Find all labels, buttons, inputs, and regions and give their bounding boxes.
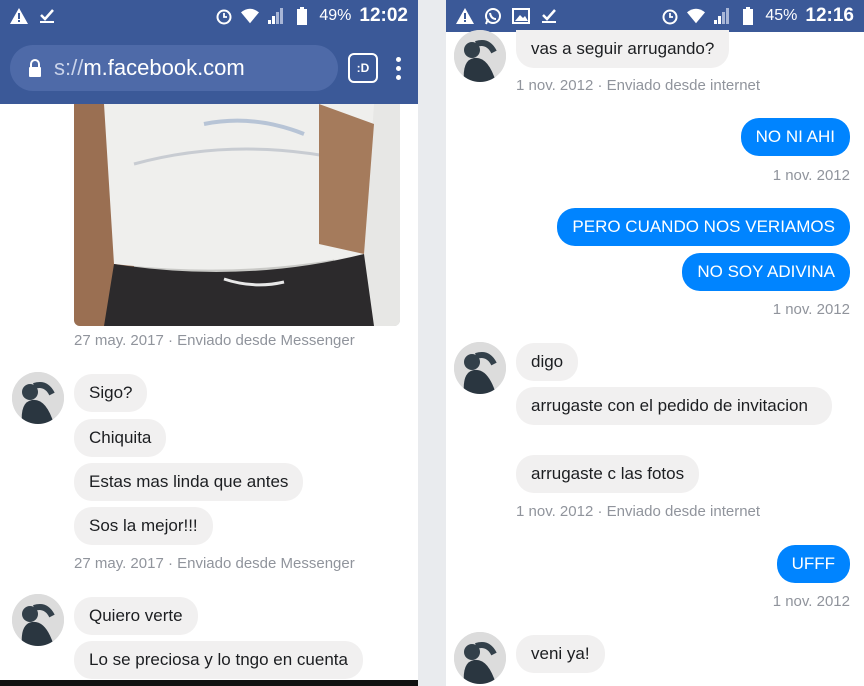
url-scheme: s:// <box>54 55 84 80</box>
message-bubble: Sigo? <box>74 374 148 412</box>
sent-message-bubble: NO NI AHI <box>740 118 850 156</box>
left-screenshot: 49% 12:02 s://m.facebook.com :D 27 may. … <box>0 0 418 686</box>
message-timestamp: 27 may. 2017 · Enviado desde Messenger <box>74 555 355 572</box>
shared-photo[interactable] <box>74 104 400 326</box>
overflow-menu-icon[interactable] <box>388 56 408 80</box>
whatsapp-icon <box>484 7 502 25</box>
lock-icon <box>26 59 44 77</box>
battery-icon <box>293 7 311 25</box>
message-bubble: arrugaste con el pedido de invitacion <box>516 387 832 425</box>
message-bubble: Estas mas linda que antes <box>74 463 304 501</box>
battery-percent: 49% <box>319 7 352 24</box>
message-timestamp: 1 nov. 2012 <box>772 301 850 318</box>
tab-switcher-button[interactable]: :D <box>348 53 378 83</box>
sent-message-bubble: PERO CUANDO NOS VERIAMOS <box>557 208 850 246</box>
browser-toolbar: s://m.facebook.com :D <box>0 32 418 104</box>
url-host: m.facebook.com <box>83 55 245 80</box>
alarm-icon <box>215 7 233 25</box>
clock: 12:16 <box>805 5 854 26</box>
alarm-icon <box>661 7 679 25</box>
message-bubble: Chiquita <box>74 419 167 457</box>
address-bar[interactable]: s://m.facebook.com <box>10 45 338 91</box>
download-done-icon <box>38 7 56 25</box>
signal-icon <box>267 7 285 25</box>
signal-icon <box>713 7 731 25</box>
message-bubble: Lo se preciosa y lo tngo en cuenta <box>74 641 363 679</box>
status-bar: 49% 12:02 <box>0 0 418 32</box>
battery-icon <box>739 7 757 25</box>
avatar <box>12 372 64 424</box>
status-bar: 45% 12:16 <box>446 0 864 32</box>
message-bubble: Quiero verte <box>74 597 198 635</box>
avatar <box>454 30 506 82</box>
message-timestamp: 1 nov. 2012 · Enviado desde internet <box>516 503 761 520</box>
wifi-icon <box>687 7 706 25</box>
clock: 12:02 <box>359 5 408 26</box>
right-screenshot: 45% 12:16 vas a seguir arrugando? 1 nov.… <box>446 0 864 686</box>
message-bubble: arrugaste c las fotos <box>516 455 700 493</box>
nav-bar-edge <box>0 680 418 686</box>
battery-percent: 45% <box>765 7 798 24</box>
download-done-icon <box>540 7 558 25</box>
message-bubble: veni ya! <box>516 635 605 673</box>
sent-message-bubble: NO SOY ADIVINA <box>682 253 850 291</box>
message-bubble: Sos la mejor!!! <box>74 507 213 545</box>
wifi-icon <box>241 7 260 25</box>
message-timestamp: 1 nov. 2012 · Enviado desde internet <box>516 77 761 94</box>
message-timestamp: 1 nov. 2012 <box>772 167 850 184</box>
image-icon <box>512 7 530 25</box>
avatar <box>12 594 64 646</box>
message-timestamp: 1 nov. 2012 <box>772 593 850 610</box>
avatar <box>454 342 506 394</box>
photo-timestamp: 27 may. 2017 · Enviado desde Messenger <box>74 332 355 349</box>
warning-icon <box>10 7 28 25</box>
sent-message-bubble: UFFF <box>776 545 850 583</box>
warning-icon <box>456 7 474 25</box>
message-bubble: digo <box>516 343 579 381</box>
avatar <box>454 632 506 684</box>
message-bubble: vas a seguir arrugando? <box>516 30 730 68</box>
